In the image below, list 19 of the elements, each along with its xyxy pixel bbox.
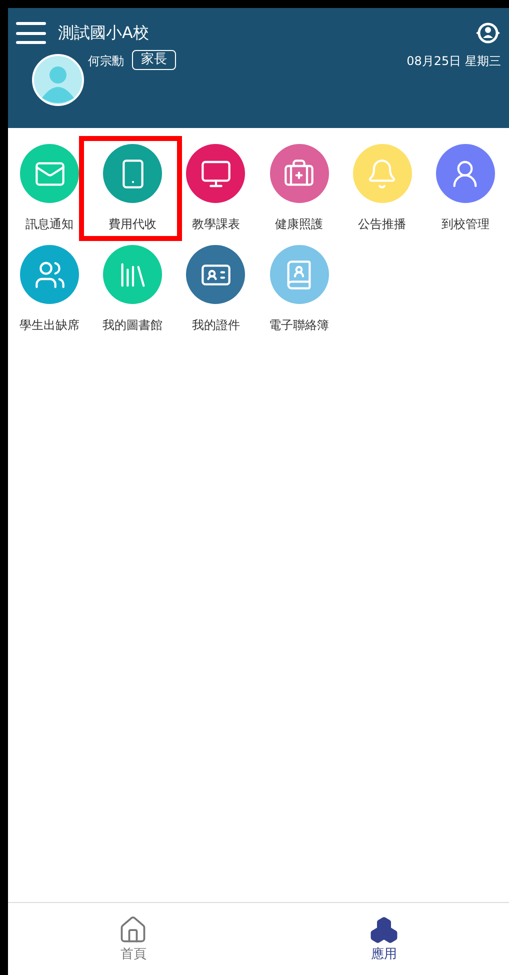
switch-user-icon[interactable]	[475, 20, 501, 46]
menu-icon[interactable]	[16, 22, 46, 44]
date-text: 08月25日 星期三	[406, 53, 501, 70]
app-label: 我的圖書館	[102, 317, 163, 334]
nav-tab[interactable]: 首頁	[8, 903, 258, 975]
user-name: 何宗勳	[88, 53, 124, 70]
nav-tab[interactable]: 應用	[258, 903, 509, 975]
app-label: 費用代收	[108, 216, 157, 233]
app-label: 我的證件	[192, 317, 240, 334]
school-title: 測試國小A校	[58, 22, 149, 44]
app-label: 公告推播	[358, 216, 406, 233]
app-label: 學生出缺席	[20, 317, 80, 334]
app-label: 到校管理	[441, 216, 490, 233]
avatar	[32, 54, 84, 106]
app-label: 健康照護	[275, 216, 324, 233]
app-label: 教學課表	[192, 216, 240, 233]
app-label: 電子聯絡簿	[269, 317, 330, 334]
role-tag: 家長	[132, 50, 176, 70]
app-label: 訊息通知	[26, 216, 74, 233]
